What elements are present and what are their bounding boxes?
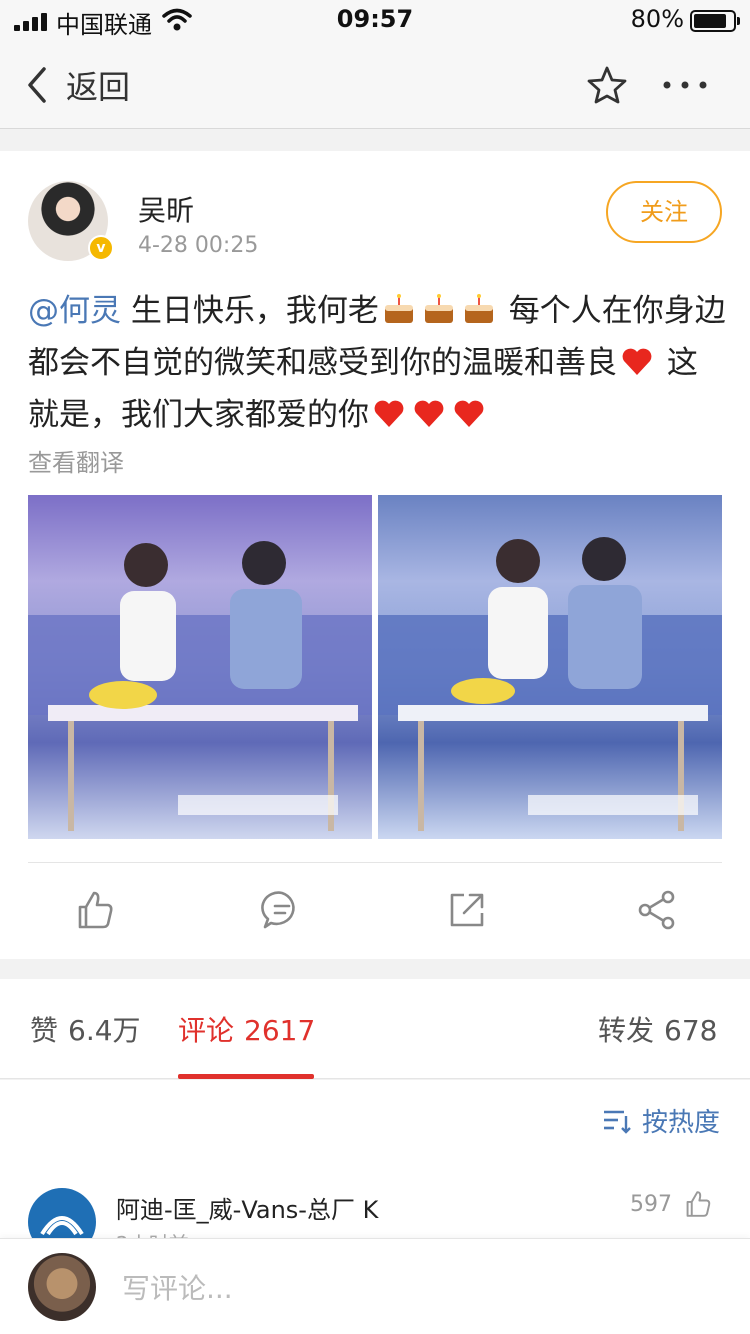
like-button[interactable] [72, 887, 118, 933]
thumbs-up-icon [78, 891, 113, 929]
star-icon [587, 66, 627, 104]
author-avatar[interactable]: v [28, 181, 114, 261]
sort-button[interactable]: 按热度 [602, 1102, 720, 1139]
tab-comments-label: 评论 [178, 1014, 235, 1047]
sort-label: 按热度 [641, 1108, 720, 1138]
heart-emoji-icon [622, 348, 652, 375]
cake-emoji-icon [384, 294, 413, 323]
heart-emoji-icon [414, 400, 444, 427]
tab-reposts-count: 678 [664, 1014, 718, 1047]
chevron-left-icon [28, 67, 46, 103]
comment-icon [261, 891, 295, 929]
author-name[interactable]: 吴昕 [138, 189, 194, 229]
post-time: 4-28 00:25 [138, 233, 259, 258]
cake-emoji-icon [424, 294, 453, 323]
post-card: v 吴昕 4-28 00:25 关注 @何灵 生日快乐，我何老 每个人在你身边都… [0, 151, 750, 959]
post-text-part1: 生日快乐，我何老 [121, 293, 379, 329]
repost-icon [450, 893, 484, 927]
share-icon [638, 890, 675, 930]
post-text: @何灵 生日快乐，我何老 每个人在你身边都会不自觉的微笑和感受到你的温暖和善良 … [28, 285, 728, 441]
mention-link[interactable]: @何灵 [28, 293, 121, 329]
back-label: 返回 [66, 68, 131, 106]
comment-username[interactable]: 阿迪-匡_威-Vans-总厂 K [116, 1190, 378, 1225]
battery-icon [690, 10, 740, 32]
battery-percent: 80% [630, 5, 684, 33]
verified-badge-icon: v [88, 235, 114, 261]
thumbs-up-icon [686, 1191, 711, 1217]
comment-input[interactable]: 写评论... [122, 1267, 233, 1307]
tab-reposts-label: 转发 [598, 1014, 655, 1047]
status-bar: 中国联通 09:57 80% [0, 0, 750, 40]
active-tab-indicator [178, 1074, 314, 1079]
comment-like-button[interactable] [682, 1188, 714, 1224]
tab-comments-count: 2617 [244, 1014, 316, 1047]
follow-button[interactable]: 关注 [606, 181, 722, 243]
comment-button[interactable] [259, 887, 305, 933]
favorite-button[interactable] [586, 65, 628, 109]
tab-reposts[interactable]: 转发 678 [598, 1009, 717, 1049]
share-button[interactable] [634, 887, 680, 933]
stats-tabs: 赞 6.4万 评论 2617 转发 678 [0, 979, 750, 1079]
repost-button[interactable] [444, 887, 490, 933]
heart-emoji-icon [454, 400, 484, 427]
cake-emoji-icon [464, 294, 493, 323]
more-dots-icon [663, 81, 707, 89]
divider [28, 862, 722, 863]
navigation-bar: 返回 [0, 40, 750, 129]
back-button[interactable]: 返回 [24, 62, 130, 108]
post-photo-1[interactable] [28, 495, 372, 839]
comment-like-count: 597 [630, 1192, 672, 1217]
user-avatar[interactable] [28, 1253, 96, 1321]
comment-compose-bar: 写评论... [0, 1238, 750, 1334]
tab-likes-label: 赞 [30, 1014, 59, 1047]
sort-icon [603, 1110, 631, 1134]
post-photo-2[interactable] [378, 495, 722, 839]
tab-comments[interactable]: 评论 2617 [178, 1009, 315, 1049]
heart-emoji-icon [374, 400, 404, 427]
tab-likes[interactable]: 赞 6.4万 [30, 1009, 141, 1049]
tab-likes-count: 6.4万 [68, 1014, 141, 1047]
translate-link[interactable]: 查看翻译 [28, 443, 124, 478]
more-button[interactable] [660, 70, 710, 104]
